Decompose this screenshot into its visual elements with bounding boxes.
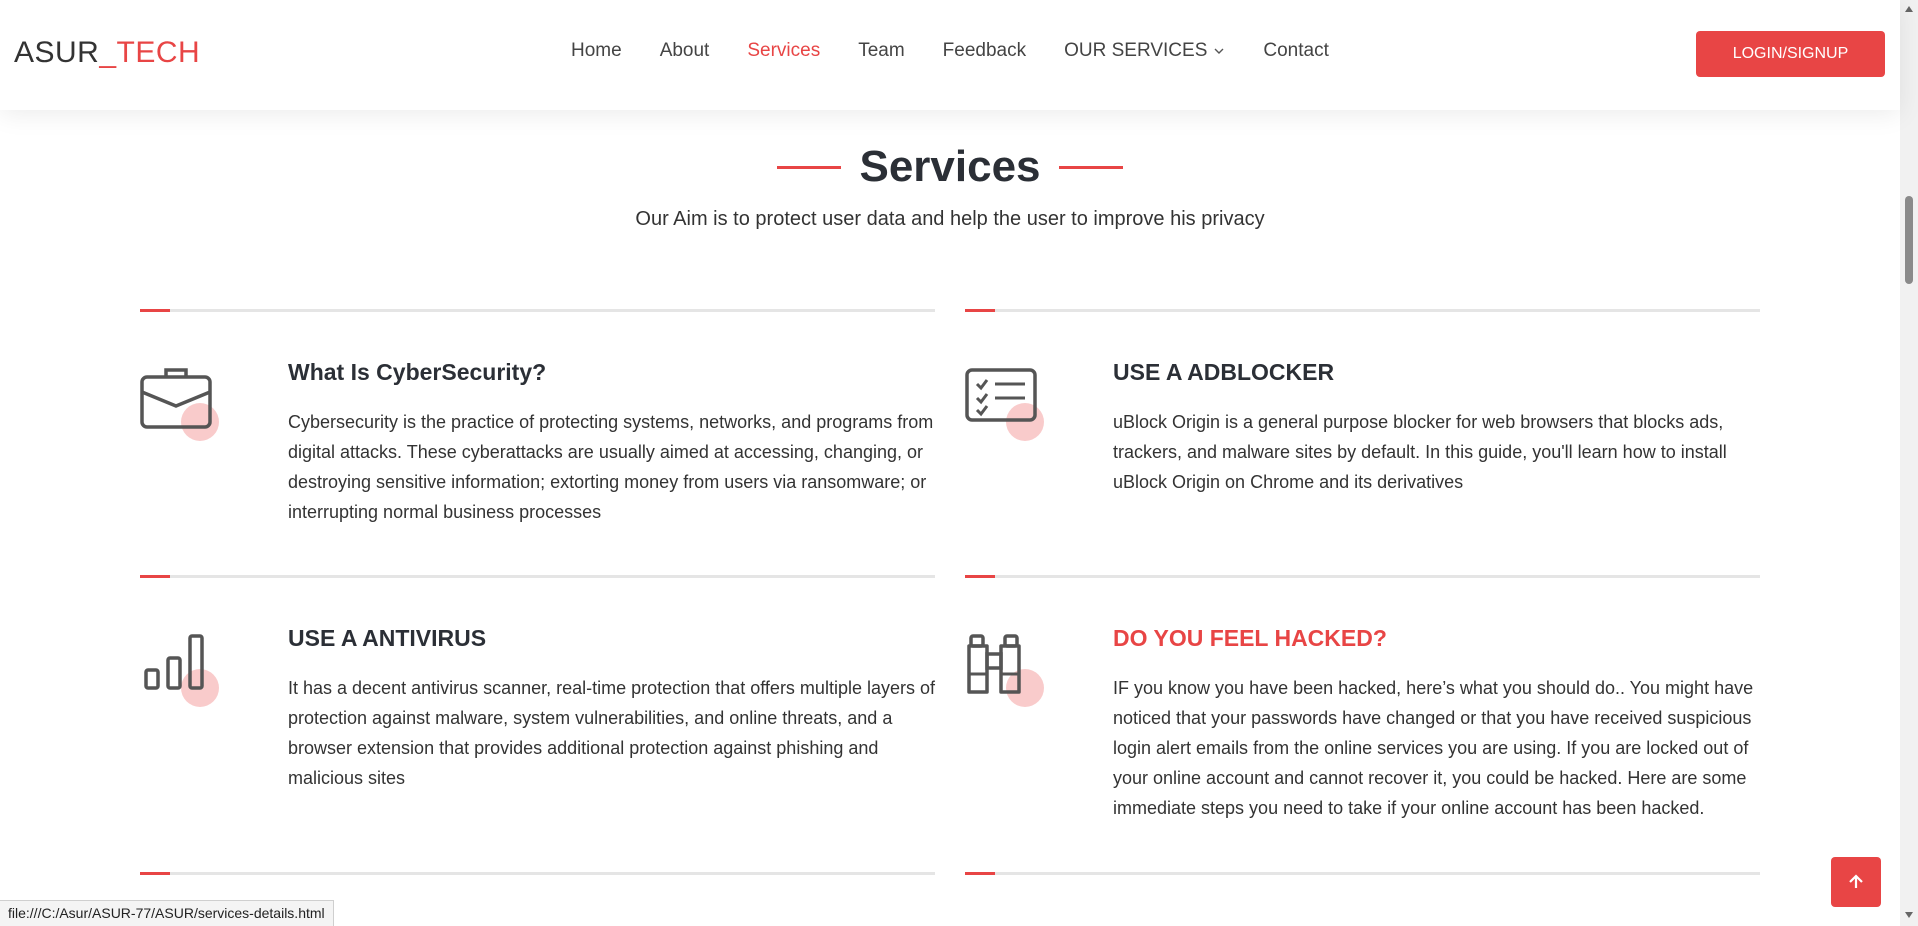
site-logo[interactable]: ASUR_TECH <box>14 36 200 70</box>
card-title[interactable]: What Is CyberSecurity? <box>288 359 546 386</box>
nav-feedback[interactable]: Feedback <box>943 40 1026 62</box>
title-decor-right <box>1058 165 1123 169</box>
card-divider <box>965 575 1760 578</box>
card-divider <box>140 575 935 578</box>
card-divider <box>140 309 935 312</box>
main-nav: Home About Services Team Feedback OUR SE… <box>571 40 1367 62</box>
card-text: It has a decent antivirus scanner, real-… <box>288 678 935 788</box>
nav-contact[interactable]: Contact <box>1263 40 1328 62</box>
services-heading: Services <box>0 142 1900 192</box>
scrollbar-thumb[interactable] <box>1905 196 1913 284</box>
bar-chart-icon <box>140 630 220 710</box>
section-title: Services <box>859 142 1041 191</box>
card-text: IF you know you have been hacked, here’s… <box>1113 678 1754 818</box>
nav-home[interactable]: Home <box>571 40 622 62</box>
page-scrollbar[interactable] <box>1900 0 1918 926</box>
card-divider <box>140 872 935 875</box>
nav-services[interactable]: Services <box>747 40 820 62</box>
login-signup-button[interactable]: LOGIN/SIGNUP <box>1696 31 1885 77</box>
nav-our-services-label: OUR SERVICES <box>1064 40 1208 61</box>
title-decor-left <box>777 165 842 169</box>
card-title[interactable]: USE A ADBLOCKER <box>1113 359 1334 386</box>
link-status-bar: file:///C:/Asur/ASUR-77/ASUR/services-de… <box>0 900 334 926</box>
nav-team[interactable]: Team <box>858 40 904 62</box>
logo-main: ASUR <box>14 36 100 69</box>
section-subtitle: Our Aim is to protect user data and help… <box>635 208 1265 230</box>
nav-our-services-dropdown[interactable]: OUR SERVICES <box>1064 40 1225 62</box>
chevron-down-icon <box>1214 48 1224 54</box>
card-text: uBlock Origin is a general purpose block… <box>1113 412 1727 492</box>
briefcase-icon <box>140 364 220 444</box>
scroll-down-arrow-icon[interactable] <box>1905 912 1913 918</box>
card-title[interactable]: USE A ANTIVIRUS <box>288 625 486 652</box>
card-divider <box>965 872 1760 875</box>
site-header: ASUR_TECH Home About Services Team Feedb… <box>0 0 1900 110</box>
card-title[interactable]: DO YOU FEEL HACKED? <box>1113 625 1387 652</box>
scroll-to-top-button[interactable] <box>1831 857 1881 907</box>
binoculars-icon <box>965 630 1045 710</box>
nav-about[interactable]: About <box>660 40 710 62</box>
arrow-up-icon <box>1849 874 1863 888</box>
card-checklist-icon <box>965 364 1045 444</box>
logo-accent: _TECH <box>99 36 201 69</box>
card-divider <box>965 309 1760 312</box>
scroll-up-arrow-icon[interactable] <box>1905 6 1913 12</box>
card-text: Cybersecurity is the practice of protect… <box>288 412 934 522</box>
